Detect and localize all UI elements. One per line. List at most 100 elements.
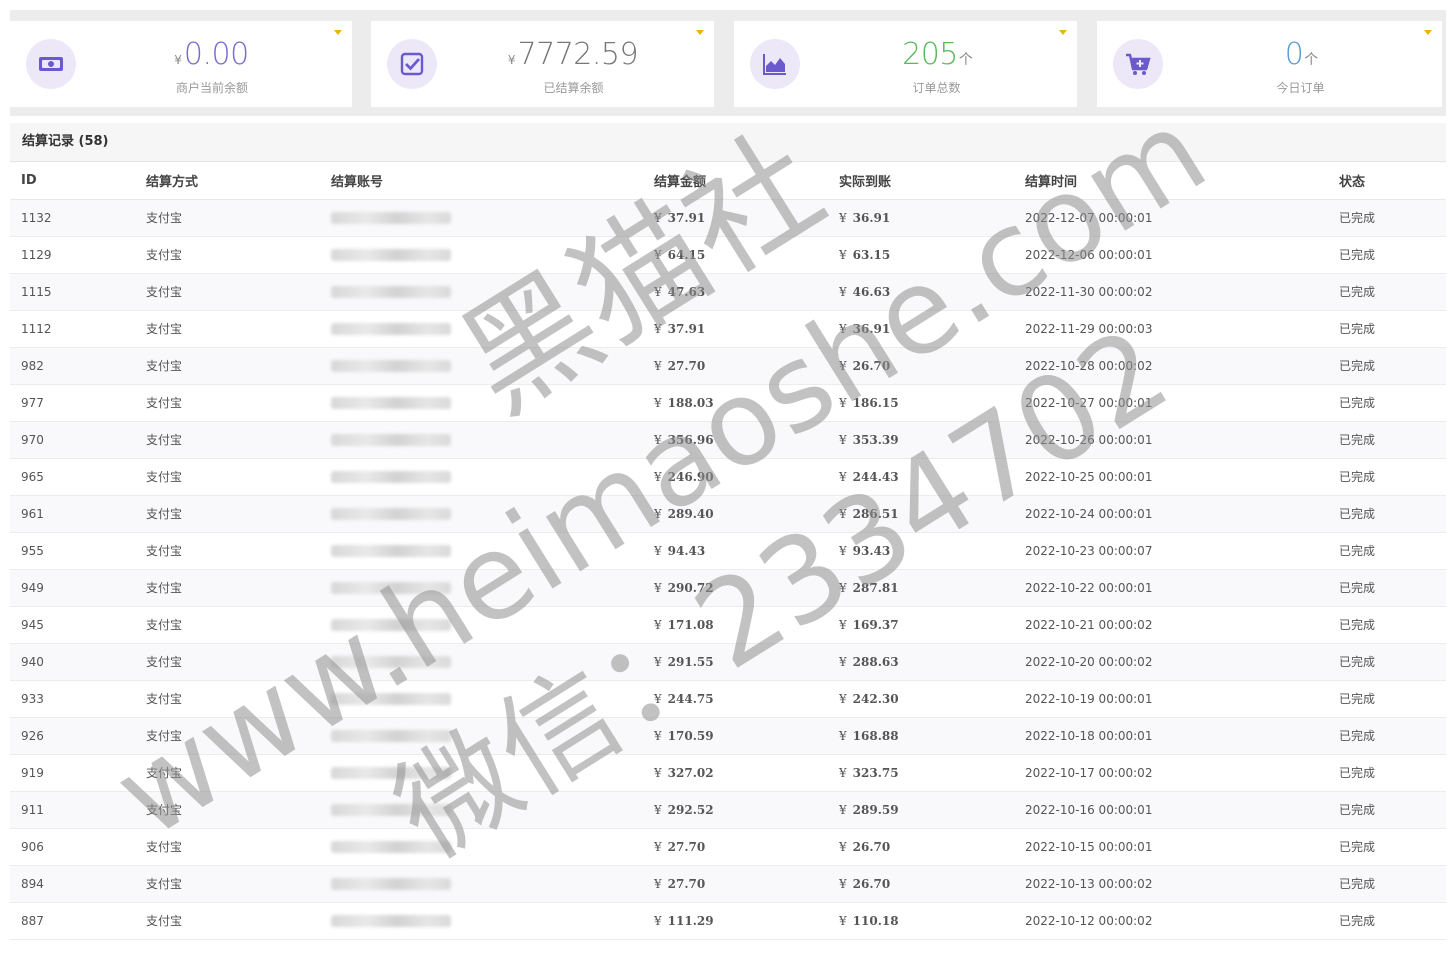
- cell-id: 940: [10, 643, 135, 681]
- cell-time: 2022-10-26 00:00:01: [1014, 421, 1328, 459]
- redacted-account: [331, 841, 451, 853]
- currency-symbol: ¥: [839, 691, 847, 706]
- cell-actual: ¥168.88: [828, 717, 1014, 755]
- cell-method: 支付宝: [135, 384, 320, 422]
- cell-amount: ¥291.55: [643, 643, 828, 681]
- cell-method: 支付宝: [135, 754, 320, 792]
- column-header-time[interactable]: 结算时间: [1014, 162, 1328, 200]
- column-header-account[interactable]: 结算账号: [320, 162, 643, 200]
- panel-title: 结算记录 (58): [10, 123, 1446, 162]
- cell-time: 2022-10-23 00:00:07: [1014, 532, 1328, 570]
- redacted-account: [331, 619, 451, 631]
- amount-value: 246.90: [667, 469, 714, 484]
- amount-value: 36.91: [852, 321, 891, 336]
- cell-amount: ¥327.02: [643, 754, 828, 792]
- redacted-account: [331, 212, 451, 224]
- amount-value: 37.91: [667, 210, 706, 225]
- amount-value: 170.59: [667, 728, 714, 743]
- cell-id: 965: [10, 458, 135, 496]
- check-icon: [387, 39, 437, 89]
- currency-symbol: ¥: [654, 876, 662, 891]
- column-header-amount[interactable]: 结算金额: [643, 162, 828, 200]
- amount-value: 286.51: [852, 506, 899, 521]
- cell-actual: ¥186.15: [828, 384, 1014, 422]
- chevron-down-icon[interactable]: [334, 30, 342, 35]
- cell-amount: ¥356.96: [643, 421, 828, 459]
- currency-symbol: ¥: [839, 358, 847, 373]
- chevron-down-icon[interactable]: [1424, 30, 1432, 35]
- cell-id: 933: [10, 680, 135, 718]
- table-row: 977 支付宝 ¥188.03 ¥186.15 2022-10-27 00:00:01 已…: [10, 384, 1446, 422]
- amount-value: 26.70: [852, 358, 891, 373]
- amount-value: 186.15: [852, 395, 899, 410]
- cell-method: 支付宝: [135, 865, 320, 903]
- amount-value: 290.72: [667, 580, 714, 595]
- amount-value: 289.59: [852, 802, 899, 817]
- cell-account: [320, 347, 643, 385]
- stat-card-orders: 205个 订单总数: [734, 21, 1077, 107]
- cell-actual: ¥323.75: [828, 754, 1014, 792]
- cell-id: 949: [10, 569, 135, 607]
- cell-actual: ¥242.30: [828, 680, 1014, 718]
- cell-amount: ¥289.40: [643, 495, 828, 533]
- cart-plus-icon: [1113, 39, 1163, 89]
- cell-method: 支付宝: [135, 199, 320, 237]
- column-header-id[interactable]: ID: [10, 162, 135, 200]
- cell-amount: ¥246.90: [643, 458, 828, 496]
- column-header-status[interactable]: 状态: [1328, 162, 1446, 200]
- cell-actual: ¥93.43: [828, 532, 1014, 570]
- cell-actual: ¥26.70: [828, 865, 1014, 903]
- chevron-down-icon[interactable]: [696, 30, 704, 35]
- currency-symbol: ¥: [839, 321, 847, 336]
- amount-value: 37.91: [667, 321, 706, 336]
- cell-amount: ¥188.03: [643, 384, 828, 422]
- currency-symbol: ¥: [654, 210, 662, 225]
- amount-value: 169.37: [852, 617, 899, 632]
- cell-time: 2022-10-19 00:00:01: [1014, 680, 1328, 718]
- column-header-actual[interactable]: 实际到账: [828, 162, 1014, 200]
- amount-value: 188.03: [667, 395, 714, 410]
- cell-account: [320, 717, 643, 755]
- currency-symbol: ¥: [654, 247, 662, 262]
- cell-amount: ¥111.29: [643, 902, 828, 940]
- currency-symbol: ¥: [839, 432, 847, 447]
- cell-method: 支付宝: [135, 347, 320, 385]
- amount-value: 323.75: [852, 765, 899, 780]
- table-row: 887 支付宝 ¥111.29 ¥110.18 2022-10-12 00:00:02 已…: [10, 902, 1446, 940]
- cell-account: [320, 828, 643, 866]
- cell-status: 已完成: [1328, 199, 1446, 237]
- stat-value: ¥0.00: [174, 37, 249, 72]
- amount-value: 288.63: [852, 654, 899, 669]
- amount-value: 287.81: [852, 580, 899, 595]
- cell-status: 已完成: [1328, 495, 1446, 533]
- currency-symbol: ¥: [839, 210, 847, 225]
- cell-status: 已完成: [1328, 310, 1446, 348]
- cell-amount: ¥37.91: [643, 199, 828, 237]
- cell-id: 894: [10, 865, 135, 903]
- cell-amount: ¥47.63: [643, 273, 828, 311]
- currency-symbol: ¥: [839, 284, 847, 299]
- cell-status: 已完成: [1328, 717, 1446, 755]
- cell-time: 2022-11-30 00:00:02: [1014, 273, 1328, 311]
- chevron-down-icon[interactable]: [1059, 30, 1067, 35]
- amount-value: 356.96: [667, 432, 714, 447]
- table-row: 894 支付宝 ¥27.70 ¥26.70 2022-10-13 00:00:02 已完成: [10, 865, 1446, 903]
- cell-actual: ¥289.59: [828, 791, 1014, 829]
- amount-value: 292.52: [667, 802, 714, 817]
- redacted-account: [331, 508, 451, 520]
- currency-symbol: ¥: [839, 395, 847, 410]
- cell-actual: ¥288.63: [828, 643, 1014, 681]
- cell-id: 970: [10, 421, 135, 459]
- cell-time: 2022-11-29 00:00:03: [1014, 310, 1328, 348]
- cell-id: 887: [10, 902, 135, 940]
- table-row: 1115 支付宝 ¥47.63 ¥46.63 2022-11-30 00:00:02 已完…: [10, 273, 1446, 311]
- amount-value: 47.63: [667, 284, 706, 299]
- currency-symbol: ¥: [839, 876, 847, 891]
- amount-value: 27.70: [667, 358, 706, 373]
- currency-symbol: ¥: [654, 506, 662, 521]
- currency-symbol: ¥: [839, 728, 847, 743]
- redacted-account: [331, 323, 451, 335]
- cell-amount: ¥292.52: [643, 791, 828, 829]
- amount-value: 244.43: [852, 469, 899, 484]
- column-header-method[interactable]: 结算方式: [135, 162, 320, 200]
